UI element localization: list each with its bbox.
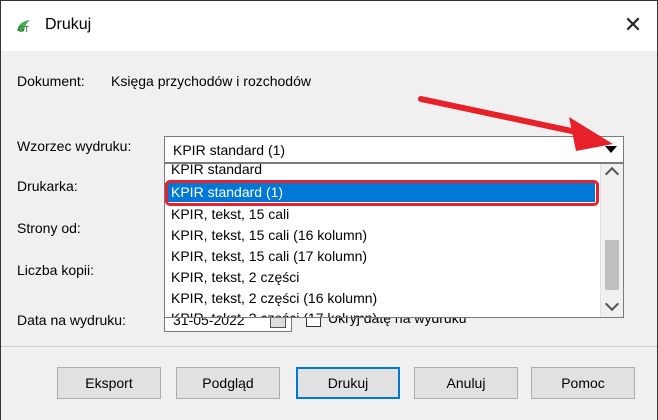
preview-button[interactable]: Podgląd bbox=[176, 367, 280, 399]
template-label: Wzorzec wydruku: bbox=[17, 138, 132, 154]
export-button[interactable]: Eksport bbox=[57, 367, 161, 399]
print-date-label: Data na wydruku: bbox=[17, 312, 126, 328]
document-label: Dokument: bbox=[17, 73, 85, 89]
list-item[interactable]: KPIR standard bbox=[165, 164, 595, 179]
window-title: Drukuj bbox=[45, 16, 92, 33]
template-selected-value: KPIR standard (1) bbox=[173, 142, 286, 158]
print-dialog: GT Drukuj ✕ Dokument: Księga przychodów … bbox=[0, 0, 658, 420]
list-item[interactable]: KPIR, tekst, 15 cali bbox=[165, 205, 595, 224]
dropdown-scrollbar[interactable] bbox=[600, 164, 623, 317]
list-item[interactable]: KPIR, tekst, 15 cali (17 kolumn) bbox=[165, 247, 595, 266]
cancel-button[interactable]: Anuluj bbox=[414, 367, 518, 399]
list-item[interactable]: KPIR, tekst, 2 części (17 kolumn) bbox=[165, 309, 595, 317]
close-icon[interactable]: ✕ bbox=[619, 11, 647, 39]
annotation-arrow-icon bbox=[418, 96, 613, 151]
list-item[interactable]: KPIR, tekst, 2 części bbox=[165, 268, 595, 287]
svg-text:GT: GT bbox=[18, 25, 29, 34]
title-bar: GT Drukuj ✕ bbox=[1, 1, 657, 51]
gt-logo-icon: GT bbox=[17, 20, 30, 34]
scrollbar-thumb[interactable] bbox=[605, 240, 619, 290]
pages-label: Strony od: bbox=[17, 220, 81, 236]
list-item[interactable]: KPIR, tekst, 2 części (16 kolumn) bbox=[165, 289, 595, 308]
scroll-down-icon[interactable] bbox=[604, 296, 620, 312]
copies-label: Liczba kopii: bbox=[17, 262, 95, 278]
document-value: Księga przychodów i rozchodów bbox=[111, 73, 311, 89]
help-button[interactable]: Pomoc bbox=[531, 367, 635, 399]
print-button[interactable]: Drukuj bbox=[296, 367, 400, 399]
list-item[interactable]: KPIR, tekst, 15 cali (16 kolumn) bbox=[165, 226, 595, 245]
printer-label: Drukarka: bbox=[17, 178, 78, 194]
scroll-up-icon[interactable] bbox=[604, 166, 620, 182]
selection-highlight-annotation bbox=[165, 180, 599, 206]
